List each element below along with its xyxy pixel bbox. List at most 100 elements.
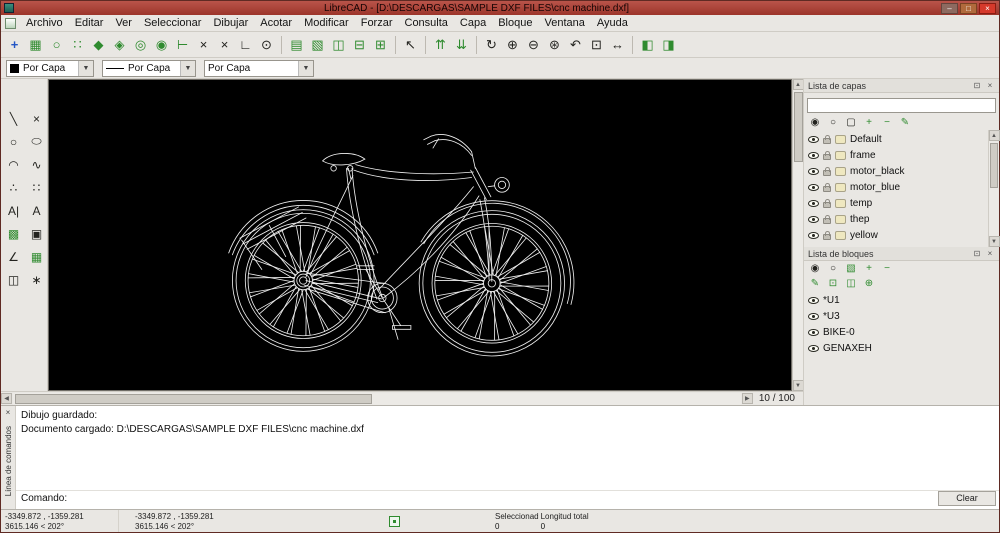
layer-lock-icon[interactable] <box>823 234 831 240</box>
scroll-up-icon[interactable]: ▲ <box>793 79 804 90</box>
unlock-all-layers-icon[interactable]: ▢ <box>844 116 858 129</box>
hatch-tool-icon[interactable]: ▩ <box>3 224 24 243</box>
scroll-up-icon[interactable]: ▲ <box>989 130 1000 141</box>
layer-lock-icon[interactable] <box>823 170 831 176</box>
close-button[interactable]: × <box>979 3 996 14</box>
scroll-down-icon[interactable]: ▼ <box>793 380 804 391</box>
menu-item[interactable]: Ayuda <box>591 16 634 30</box>
zoom-in-icon[interactable]: ⊕ <box>502 34 523 55</box>
draw-order-down-icon[interactable]: ⇊ <box>451 34 472 55</box>
linewidth-select[interactable]: Por Capa ▼ <box>204 60 314 77</box>
canvas-horizontal-scrollbar[interactable]: ◀ ▶ 10 / 100 <box>1 391 803 405</box>
snap-entity-icon[interactable]: ◈ <box>109 34 130 55</box>
command-input[interactable] <box>72 492 934 506</box>
menu-item[interactable]: Dibujar <box>207 16 254 30</box>
layer-visibility-eye-icon[interactable] <box>808 200 819 207</box>
layer-row[interactable]: yellow <box>804 227 988 243</box>
spline-tool-icon[interactable]: ∿ <box>26 155 47 174</box>
command-panel-tab[interactable]: Línea de comandos <box>4 426 13 496</box>
restrict-nothing-icon[interactable]: × <box>214 34 235 55</box>
construction-line-tool-icon[interactable]: × <box>26 109 47 128</box>
save-block-icon[interactable]: ◫ <box>844 277 858 290</box>
image-tool-icon[interactable]: ▣ <box>26 224 47 243</box>
minimize-button[interactable]: – <box>941 3 958 14</box>
dock-left-icon[interactable]: ◧ <box>637 34 658 55</box>
clear-button[interactable]: Clear <box>938 491 996 506</box>
layer-lock-icon[interactable] <box>823 218 831 224</box>
close-panel-icon[interactable]: × <box>985 81 995 90</box>
layer-print-icon[interactable] <box>835 215 846 224</box>
chevron-down-icon[interactable]: ▼ <box>78 61 93 76</box>
scroll-down-icon[interactable]: ▼ <box>989 236 1000 247</box>
chevron-down-icon[interactable]: ▼ <box>180 61 195 76</box>
layer-row[interactable]: temp <box>804 195 988 211</box>
add-layer-icon[interactable]: + <box>862 116 876 129</box>
layer-visibility-eye-icon[interactable] <box>808 136 819 143</box>
layer-lock-icon[interactable] <box>823 154 831 160</box>
layer-print-icon[interactable] <box>835 231 846 240</box>
insert-block-icon[interactable]: ⊕ <box>862 277 876 290</box>
menu-item[interactable]: Seleccionar <box>138 16 207 30</box>
grid-icon[interactable]: ▦ <box>25 34 46 55</box>
toggle-visibility-all-icon[interactable]: ◉ <box>808 116 822 129</box>
float-panel-icon[interactable]: ⊡ <box>972 249 982 258</box>
explode-tool-icon[interactable]: ∗ <box>26 270 47 289</box>
layer-row[interactable]: thep <box>804 211 988 227</box>
ellipse-tool-icon[interactable]: ⬭ <box>26 132 47 151</box>
table-tool-icon[interactable]: ▦ <box>26 247 47 266</box>
add-block-icon[interactable]: + <box>862 262 876 275</box>
point-tool-icon[interactable]: ∴ <box>3 178 24 197</box>
scroll-thumb[interactable] <box>990 143 998 188</box>
menu-item[interactable]: Editar <box>69 16 110 30</box>
snap-indicator-icon[interactable] <box>389 516 400 527</box>
command-panel-close-icon[interactable]: × <box>6 408 11 418</box>
layer-lock-icon[interactable] <box>823 202 831 208</box>
layer-visibility-eye-icon[interactable] <box>808 216 819 223</box>
scroll-thumb[interactable] <box>794 92 803 162</box>
print-icon[interactable]: ⊟ <box>349 34 370 55</box>
circle-tool-icon[interactable]: ○ <box>3 132 24 151</box>
polyline-tool-icon[interactable]: ∠ <box>3 247 24 266</box>
remove-layer-icon[interactable]: − <box>880 116 894 129</box>
points-tool-icon[interactable]: ∷ <box>26 178 47 197</box>
arc-tool-icon[interactable]: ◠ <box>3 155 24 174</box>
snap-intersection-icon[interactable]: × <box>193 34 214 55</box>
zoom-pan-icon[interactable]: ↔ <box>607 34 628 55</box>
save-file-icon[interactable]: ◫ <box>328 34 349 55</box>
menu-item[interactable]: Archivo <box>20 16 69 30</box>
layer-print-icon[interactable] <box>835 151 846 160</box>
print-preview-icon[interactable]: ⊞ <box>370 34 391 55</box>
document-icon[interactable] <box>5 18 16 29</box>
snap-endpoint-icon[interactable]: ◆ <box>88 34 109 55</box>
line-tool-icon[interactable]: ╲ <box>3 109 24 128</box>
layer-row[interactable]: Default <box>804 131 988 147</box>
remove-block-icon[interactable]: − <box>880 262 894 275</box>
block-visibility-eye-icon[interactable] <box>808 313 819 320</box>
edit-block-icon[interactable]: ⊡ <box>826 277 840 290</box>
menu-item[interactable]: Modificar <box>298 16 355 30</box>
layer-row[interactable]: motor_blue <box>804 179 988 195</box>
zoom-out-icon[interactable]: ⊖ <box>523 34 544 55</box>
snap-free-icon[interactable]: ○ <box>46 34 67 55</box>
snap-middle-icon[interactable]: ◉ <box>151 34 172 55</box>
layer-visibility-eye-icon[interactable] <box>808 152 819 159</box>
block-row[interactable]: BIKE-0 <box>804 324 999 340</box>
edit-layer-icon[interactable]: ✎ <box>898 116 912 129</box>
layer-print-icon[interactable] <box>835 183 846 192</box>
rename-block-icon[interactable]: ✎ <box>808 277 822 290</box>
hide-all-layers-icon[interactable]: ○ <box>826 116 840 129</box>
snap-center-icon[interactable]: ◎ <box>130 34 151 55</box>
menu-item[interactable]: Consulta <box>399 16 454 30</box>
block-visibility-eye-icon[interactable] <box>808 297 819 304</box>
zoom-auto-icon[interactable]: ⊛ <box>544 34 565 55</box>
lock-relative-zero-icon[interactable]: ⊙ <box>256 34 277 55</box>
layer-visibility-eye-icon[interactable] <box>808 232 819 239</box>
hide-all-blocks-icon[interactable]: ○ <box>826 262 840 275</box>
layer-visibility-eye-icon[interactable] <box>808 168 819 175</box>
zoom-window-icon[interactable]: ⊡ <box>586 34 607 55</box>
create-block-icon[interactable]: ▧ <box>844 262 858 275</box>
block-row[interactable]: *U1 <box>804 292 999 308</box>
text-tool-icon[interactable]: A| <box>3 201 24 220</box>
draw-order-up-icon[interactable]: ⇈ <box>430 34 451 55</box>
scroll-right-icon[interactable]: ▶ <box>742 393 753 404</box>
